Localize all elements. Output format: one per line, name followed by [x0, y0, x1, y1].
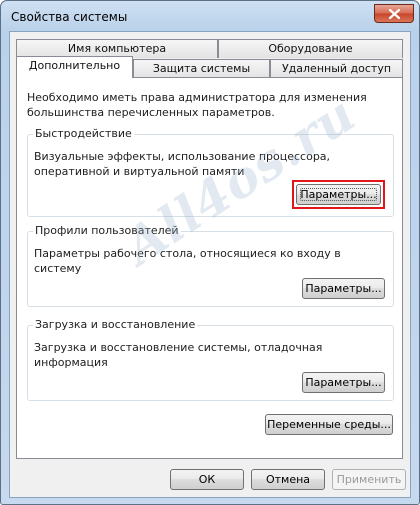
close-button[interactable]: [374, 4, 414, 23]
performance-group: Быстродействие Визуальные эффекты, испол…: [27, 127, 394, 217]
user-profiles-description: Параметры рабочего стола, относящиеся ко…: [34, 247, 341, 275]
user-profiles-group-title: Профили пользователей: [33, 224, 181, 238]
tab-advanced[interactable]: Дополнительно: [16, 56, 133, 78]
system-properties-window: Свойства системы Имя компьютера Оборудов…: [0, 0, 420, 505]
performance-group-title: Быстродействие: [33, 127, 134, 141]
user-profiles-group: Профили пользователей Параметры рабочего…: [27, 224, 394, 307]
startup-recovery-group-title: Загрузка и восстановление: [33, 318, 198, 332]
environment-variables-button[interactable]: Переменные среды...: [265, 414, 393, 435]
title-bar[interactable]: Свойства системы: [1, 1, 419, 31]
tab-hardware[interactable]: Оборудование: [218, 39, 403, 58]
tab-system-protection[interactable]: Защита системы: [133, 59, 270, 78]
startup-recovery-group: Загрузка и восстановление Загрузка и вос…: [27, 318, 394, 401]
cancel-button[interactable]: Отмена: [251, 469, 325, 490]
startup-recovery-description: Загрузка и восстановление системы, отлад…: [34, 341, 323, 369]
performance-description: Визуальные эффекты, использование процес…: [34, 150, 331, 178]
apply-button[interactable]: Применить: [332, 469, 406, 490]
ok-button[interactable]: ОК: [170, 469, 244, 490]
window-title: Свойства системы: [11, 10, 128, 24]
performance-settings-label: Параметры...: [300, 188, 377, 201]
advanced-tab-panel: Необходимо иметь права администратора дл…: [16, 77, 403, 459]
performance-settings-button[interactable]: Параметры...: [296, 184, 381, 205]
user-profiles-settings-button[interactable]: Параметры...: [302, 278, 385, 299]
tab-remote-access[interactable]: Удаленный доступ: [270, 59, 403, 78]
close-icon: [388, 9, 401, 19]
dialog-body: Имя компьютера Оборудование Дополнительн…: [9, 31, 411, 498]
startup-recovery-settings-button[interactable]: Параметры...: [302, 372, 385, 393]
admin-rights-note: Необходимо иметь права администратора дл…: [27, 91, 367, 119]
